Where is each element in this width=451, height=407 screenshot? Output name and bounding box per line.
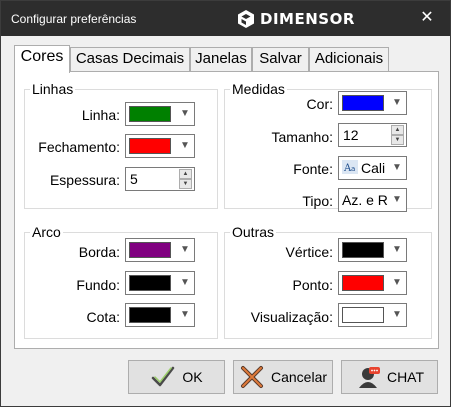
borda-label: Borda: xyxy=(78,244,120,260)
ponto-label: Ponto: xyxy=(292,277,333,293)
cor-color-swatch xyxy=(342,95,384,111)
fechamento-color-swatch xyxy=(129,138,171,154)
cota-color-picker[interactable]: ▼ xyxy=(125,303,195,327)
chat-icon xyxy=(358,367,380,388)
linha-color-swatch xyxy=(129,106,171,122)
chevron-down-icon: ▼ xyxy=(392,97,402,108)
tamanho-spinbox[interactable]: 12 ▲ ▼ xyxy=(338,123,407,147)
tipo-value: Az. e R xyxy=(342,192,388,208)
group-outras-title: Outras xyxy=(230,224,277,240)
chevron-down-icon: ▼ xyxy=(392,244,402,255)
spin-down-icon[interactable]: ▼ xyxy=(391,135,404,145)
tab-adicionais[interactable]: Adicionais xyxy=(309,47,389,72)
chevron-down-icon: ▼ xyxy=(180,108,190,119)
chevron-down-icon: ▼ xyxy=(392,194,402,205)
chevron-down-icon: ▼ xyxy=(392,162,402,173)
espessura-spinbox[interactable]: 5 ▲ ▼ xyxy=(125,167,195,191)
ok-label: OK xyxy=(182,369,203,385)
fundo-color-picker[interactable]: ▼ xyxy=(125,271,195,295)
tipo-select[interactable]: Az. e R ▼ xyxy=(338,188,407,212)
spin-down-icon[interactable]: ▼ xyxy=(179,179,192,189)
tamanho-value: 12 xyxy=(343,127,359,143)
visualizacao-color-swatch xyxy=(342,307,384,323)
ok-button[interactable]: OK xyxy=(128,360,225,394)
spin-up-icon[interactable]: ▲ xyxy=(391,125,404,135)
tab-cores[interactable]: Cores xyxy=(14,45,70,73)
tamanho-label: Tamanho: xyxy=(271,129,333,145)
dimensor-logo-icon xyxy=(238,10,254,28)
group-medidas-title: Medidas xyxy=(230,81,287,97)
cor-color-picker[interactable]: ▼ xyxy=(338,91,407,115)
vertice-color-swatch xyxy=(342,242,384,258)
borda-color-swatch xyxy=(129,242,171,258)
font-icon: Aa xyxy=(342,160,358,177)
close-icon: ✕ xyxy=(420,9,434,26)
checkmark-icon xyxy=(152,366,175,387)
fonte-label: Fonte: xyxy=(293,161,333,177)
window-title: Configurar preferências xyxy=(11,12,137,26)
ponto-color-picker[interactable]: ▼ xyxy=(338,271,407,295)
chevron-down-icon: ▼ xyxy=(180,309,190,320)
borda-color-picker[interactable]: ▼ xyxy=(125,238,195,262)
tab-salvar[interactable]: Salvar xyxy=(252,47,309,72)
group-linhas-title: Linhas xyxy=(30,81,76,97)
fundo-color-swatch xyxy=(129,275,171,291)
cor-label: Cor: xyxy=(306,96,333,112)
chevron-down-icon: ▼ xyxy=(180,277,190,288)
chat-button[interactable]: CHAT xyxy=(341,360,438,394)
group-arco-title: Arco xyxy=(30,224,63,240)
chat-label: CHAT xyxy=(386,369,425,385)
cota-label: Cota: xyxy=(86,309,120,325)
visualizacao-color-picker[interactable]: ▼ xyxy=(338,303,407,327)
close-button[interactable]: ✕ xyxy=(404,1,450,36)
cancel-x-icon xyxy=(240,366,263,388)
fonte-value: Cali xyxy=(361,160,386,176)
tamanho-spin-buttons: ▲ ▼ xyxy=(391,125,404,145)
espessura-spin-buttons: ▲ ▼ xyxy=(179,169,192,189)
fechamento-color-picker[interactable]: ▼ xyxy=(125,134,195,158)
brand-name: DIMENSOR xyxy=(260,10,355,28)
visualizacao-label: Visualização: xyxy=(250,309,333,325)
ponto-color-swatch xyxy=(342,275,384,291)
brand: DIMENSOR xyxy=(236,8,355,30)
chevron-down-icon: ▼ xyxy=(392,309,402,320)
fechamento-label: Fechamento: xyxy=(38,139,120,155)
fundo-label: Fundo: xyxy=(76,277,120,293)
linha-color-picker[interactable]: ▼ xyxy=(125,102,195,126)
espessura-label: Espessura: xyxy=(49,172,120,188)
fonte-select[interactable]: Aa Cali ▼ xyxy=(338,156,407,180)
vertice-label: Vértice: xyxy=(285,244,333,260)
chevron-down-icon: ▼ xyxy=(180,244,190,255)
svg-text:a: a xyxy=(351,165,355,173)
espessura-value: 5 xyxy=(130,171,138,187)
preferences-window: Configurar preferências DIMENSOR ✕ Cores… xyxy=(0,0,451,407)
chevron-down-icon: ▼ xyxy=(392,277,402,288)
cancel-button[interactable]: Cancelar xyxy=(233,360,333,394)
tipo-label: Tipo: xyxy=(302,193,333,209)
tab-janelas[interactable]: Janelas xyxy=(190,47,252,72)
cancel-label: Cancelar xyxy=(270,369,328,385)
chevron-down-icon: ▼ xyxy=(180,140,190,151)
title-bar[interactable]: Configurar preferências DIMENSOR ✕ xyxy=(1,1,450,36)
tab-casas-decimais[interactable]: Casas Decimais xyxy=(70,47,190,72)
tab-panel-cores: Linhas Linha: ▼ Fechamento: ▼ Espessura:… xyxy=(14,71,439,349)
linha-label: Linha: xyxy=(81,107,120,123)
spin-up-icon[interactable]: ▲ xyxy=(179,169,192,179)
vertice-color-picker[interactable]: ▼ xyxy=(338,238,407,262)
cota-color-swatch xyxy=(129,307,171,323)
